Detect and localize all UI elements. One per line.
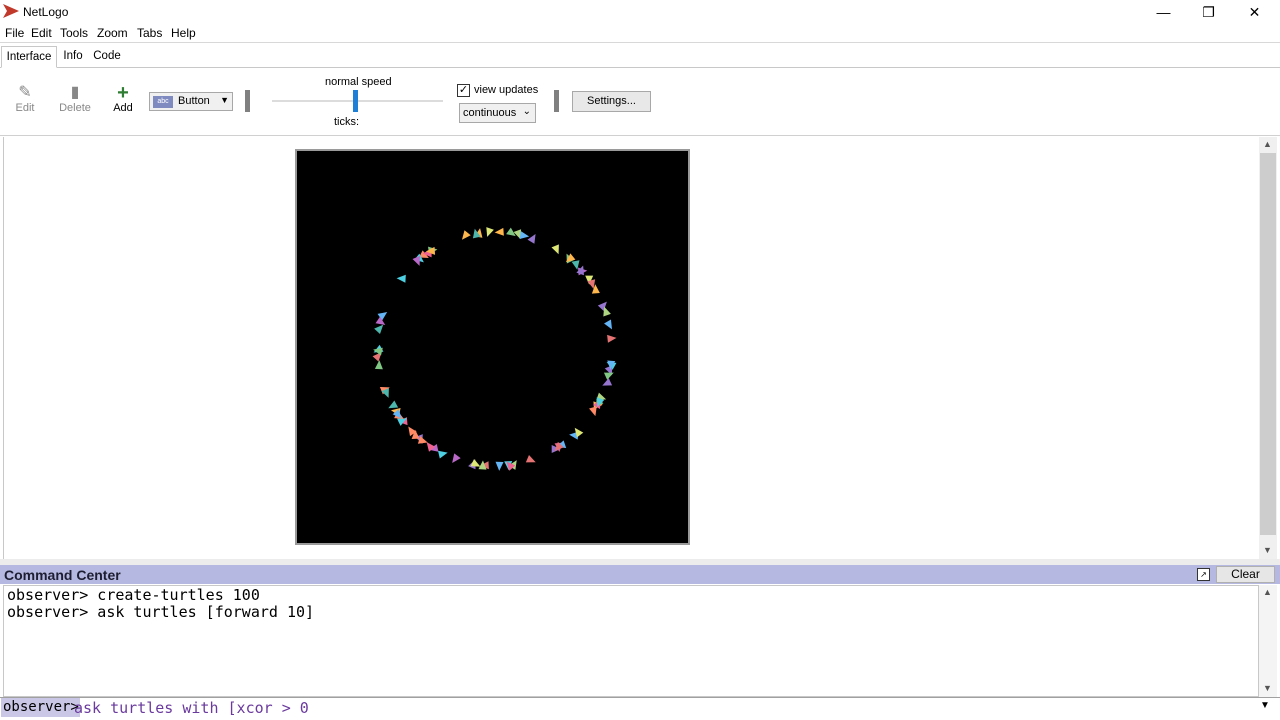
widget-type-select[interactable]: abc Button ▼ [149,92,233,111]
clear-button[interactable]: Clear [1216,566,1275,583]
chevron-down-icon: ⌄ [522,106,531,117]
add-label: Add [113,102,133,114]
title-bar: NetLogo — ❐ ✕ [0,0,1280,24]
minimize-button[interactable]: — [1141,0,1186,24]
turtle [607,334,617,343]
menu-help[interactable]: Help [171,26,196,40]
menu-tabs[interactable]: Tabs [137,26,162,40]
button-widget-icon: abc [153,96,173,108]
toolbar-separator [245,90,250,112]
scroll-up-icon[interactable]: ▲ [1263,139,1272,149]
close-icon: ✕ [1248,3,1261,20]
turtle [604,319,612,330]
menu-file[interactable]: File [5,26,24,40]
turtle [461,230,471,240]
update-mode-select[interactable]: continuous ⌄ [459,103,536,123]
turtle [396,274,406,283]
command-input[interactable] [74,698,1252,717]
delete-label: Delete [59,102,91,114]
command-center-header: Command Center ↗ Clear [0,565,1280,584]
turtle [525,455,536,463]
command-center-output: observer> create-turtles 100 observer> a… [3,585,1259,697]
command-input-row: observer> ▼ [0,697,1280,717]
trash-icon: ▮ [70,84,80,101]
history-dropdown-icon[interactable]: ▼ [1260,700,1270,711]
agent-type-selector[interactable]: observer> [1,698,80,717]
turtle [373,347,383,356]
turtle [374,360,383,370]
menu-zoom[interactable]: Zoom [97,26,128,40]
tab-bar: Interface Info Code [0,44,1280,68]
speed-slider-thumb[interactable] [353,90,358,112]
speed-label: normal speed [325,76,392,88]
ticks-label: ticks: [334,116,360,128]
turtle [494,227,504,236]
update-mode-value: continuous [463,107,517,119]
scroll-down-icon[interactable]: ▼ [1263,545,1272,555]
turtle [486,227,494,237]
turtle [589,406,597,417]
add-button[interactable]: + Add [103,82,143,114]
turtle [527,234,536,244]
turtle [438,450,448,459]
edit-button[interactable]: ✎ Edit [5,82,45,114]
turtle [506,461,516,471]
output-scrollbar[interactable]: ▲ ▼ [1259,585,1277,697]
workspace-scrollbar[interactable]: ▲ ▼ [1259,137,1277,559]
widget-type-value: Button [178,95,210,107]
expand-icon[interactable]: ↗ [1197,568,1210,581]
scroll-up-icon[interactable]: ▲ [1263,587,1272,597]
turtle [495,461,504,471]
view-updates-checkbox[interactable]: ✓ [457,84,470,97]
tab-code[interactable]: Code [90,46,124,68]
scroll-down-icon[interactable]: ▼ [1263,683,1272,693]
turtle [597,301,607,311]
delete-button[interactable]: ▮ Delete [55,82,95,114]
turtle [551,244,559,255]
output-line: observer> ask turtles [forward 10] [7,603,315,621]
turtle [519,231,530,240]
window-title: NetLogo [23,5,69,19]
netlogo-logo-icon [3,4,19,18]
settings-button[interactable]: Settings... [572,91,651,112]
close-button[interactable]: ✕ [1232,0,1277,24]
command-center-title: Command Center [4,567,121,583]
menu-edit[interactable]: Edit [31,26,52,40]
turtle [602,378,613,386]
edit-label: Edit [15,102,35,114]
maximize-button[interactable]: ❐ [1186,0,1231,24]
menu-tools[interactable]: Tools [60,26,88,40]
minimize-icon: — [1156,4,1171,20]
pencil-icon: ✎ [18,84,32,101]
chevron-down-icon: ▼ [220,95,229,105]
scrollbar-thumb[interactable] [1260,153,1276,535]
tab-info[interactable]: Info [59,46,87,68]
view-updates-label: view updates [474,84,539,96]
restore-icon: ❐ [1202,3,1215,20]
toolbar-separator [554,90,559,112]
output-line: observer> create-turtles 100 [7,586,260,604]
tab-interface[interactable]: Interface [1,46,57,68]
menu-bar: File Edit Tools Zoom Tabs Help [0,24,1280,43]
turtle-canvas [372,227,617,471]
plus-icon: + [117,82,129,104]
world-view[interactable] [295,149,690,545]
turtle [452,453,461,464]
